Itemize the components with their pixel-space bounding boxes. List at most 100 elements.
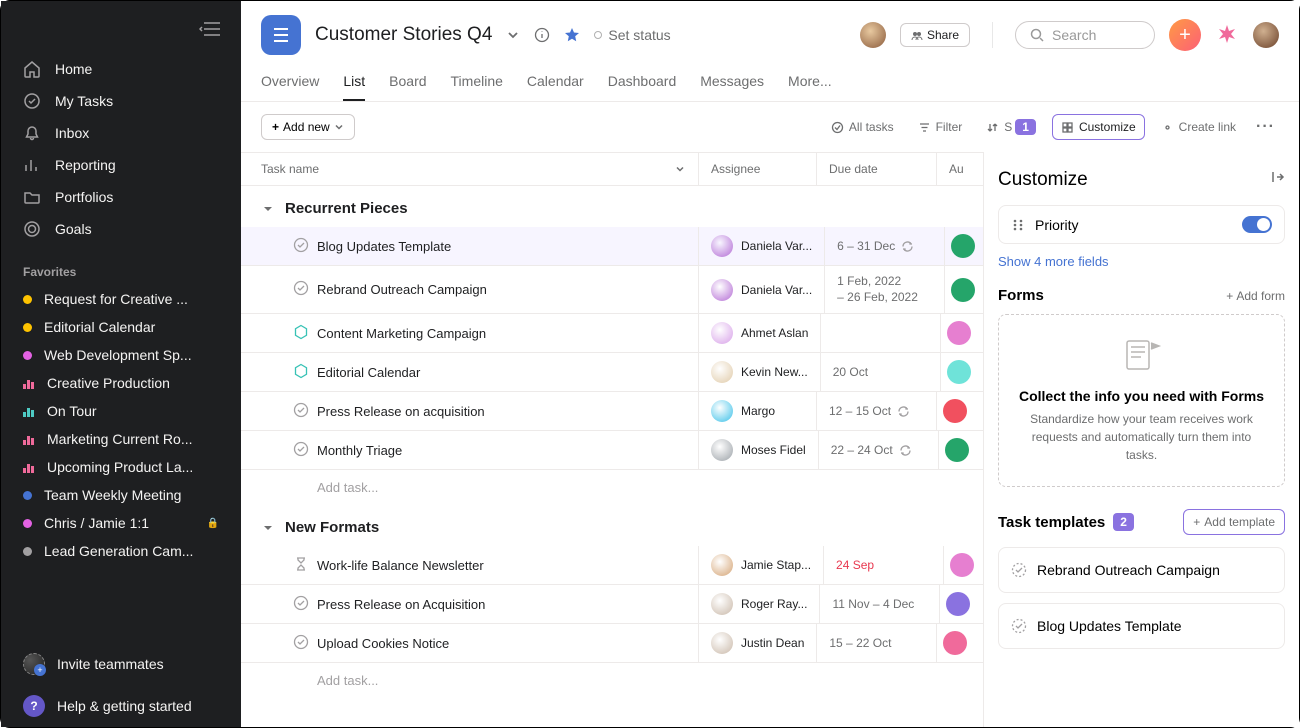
- task-check-icon[interactable]: [293, 595, 309, 614]
- tab-calendar[interactable]: Calendar: [527, 65, 584, 101]
- task-check-icon[interactable]: [293, 237, 309, 256]
- tab-list[interactable]: List: [343, 65, 365, 101]
- toolbar-more-button[interactable]: ···: [1252, 114, 1279, 140]
- assignee-cell[interactable]: Kevin New...: [699, 353, 821, 391]
- task-row[interactable]: Blog Updates Template Daniela Var... 6 –…: [241, 227, 983, 266]
- assignee-cell[interactable]: Daniela Var...: [699, 266, 825, 313]
- favorite-item[interactable]: Request for Creative ...: [1, 285, 241, 313]
- tab-overview[interactable]: Overview: [261, 65, 319, 101]
- task-name-cell[interactable]: Editorial Calendar: [241, 353, 699, 391]
- favorite-item[interactable]: Upcoming Product La...: [1, 453, 241, 481]
- task-check-icon[interactable]: [293, 556, 309, 575]
- task-row[interactable]: Upload Cookies Notice Justin Dean 15 – 2…: [241, 624, 983, 663]
- sidebar-collapse-button[interactable]: [1, 13, 241, 45]
- upgrade-icon[interactable]: [1215, 23, 1239, 47]
- favorite-item[interactable]: Marketing Current Ro...: [1, 425, 241, 453]
- add-form-button[interactable]: +Add form: [1226, 289, 1285, 303]
- assignee-cell[interactable]: Moses Fidel: [699, 431, 819, 469]
- assignee-cell[interactable]: Daniela Var...: [699, 227, 825, 265]
- help-button[interactable]: ? Help & getting started: [1, 685, 241, 727]
- star-icon[interactable]: [564, 27, 580, 43]
- task-name-cell[interactable]: Upload Cookies Notice: [241, 624, 699, 662]
- task-check-icon[interactable]: [293, 441, 309, 460]
- info-icon[interactable]: [534, 27, 550, 43]
- task-name-cell[interactable]: Press Release on acquisition: [241, 392, 699, 430]
- task-row[interactable]: Rebrand Outreach Campaign Daniela Var...…: [241, 266, 983, 314]
- tab-more[interactable]: More...: [788, 65, 832, 101]
- share-button[interactable]: Share: [900, 23, 970, 47]
- task-name-cell[interactable]: Rebrand Outreach Campaign: [241, 266, 699, 313]
- user-avatar[interactable]: [1253, 22, 1279, 48]
- task-row[interactable]: Content Marketing Campaign Ahmet Aslan: [241, 314, 983, 353]
- add-task-input[interactable]: Add task...: [241, 470, 983, 505]
- task-check-icon[interactable]: [293, 324, 309, 343]
- col-author[interactable]: Au: [937, 153, 973, 185]
- field-toggle[interactable]: [1242, 216, 1272, 233]
- project-dropdown-button[interactable]: [506, 28, 520, 42]
- field-priority[interactable]: Priority: [998, 205, 1285, 244]
- tab-messages[interactable]: Messages: [700, 65, 764, 101]
- task-name-cell[interactable]: Monthly Triage: [241, 431, 699, 469]
- assignee-cell[interactable]: Margo: [699, 392, 817, 430]
- add-new-button[interactable]: +Add new: [261, 114, 355, 140]
- search-input[interactable]: Search: [1015, 21, 1155, 49]
- show-more-fields-link[interactable]: Show 4 more fields: [998, 254, 1285, 269]
- task-row[interactable]: Press Release on acquisition Margo 12 – …: [241, 392, 983, 431]
- sort-button[interactable]: S1: [978, 114, 1044, 140]
- task-check-icon[interactable]: [293, 634, 309, 653]
- section-header[interactable]: Recurrent Pieces: [241, 186, 983, 227]
- forms-icon: [1121, 337, 1163, 373]
- favorite-item[interactable]: Chris / Jamie 1:1🔒: [1, 509, 241, 537]
- assignee-cell[interactable]: Roger Ray...: [699, 585, 820, 623]
- tab-dashboard[interactable]: Dashboard: [608, 65, 677, 101]
- assignee-cell[interactable]: Ahmet Aslan: [699, 314, 821, 352]
- favorite-item[interactable]: Team Weekly Meeting: [1, 481, 241, 509]
- col-task-name[interactable]: Task name: [241, 153, 699, 185]
- author-cell: [944, 546, 980, 584]
- task-row[interactable]: Work-life Balance Newsletter Jamie Stap.…: [241, 546, 983, 585]
- sidebar-item-reporting[interactable]: Reporting: [1, 149, 241, 181]
- add-template-button[interactable]: +Add template: [1183, 509, 1285, 535]
- task-row[interactable]: Editorial Calendar Kevin New... 20 Oct: [241, 353, 983, 392]
- task-name-cell[interactable]: Content Marketing Campaign: [241, 314, 699, 352]
- assignee-cell[interactable]: Jamie Stap...: [699, 546, 824, 584]
- task-check-icon[interactable]: [293, 280, 309, 299]
- omni-add-button[interactable]: +: [1169, 19, 1201, 51]
- section-header[interactable]: New Formats: [241, 505, 983, 546]
- favorite-item[interactable]: Creative Production: [1, 369, 241, 397]
- panel-close-button[interactable]: [1267, 168, 1285, 191]
- sidebar-item-portfolios[interactable]: Portfolios: [1, 181, 241, 213]
- member-avatar[interactable]: [860, 22, 886, 48]
- assignee-cell[interactable]: Justin Dean: [699, 624, 817, 662]
- task-name-cell[interactable]: Blog Updates Template: [241, 227, 699, 265]
- favorite-item[interactable]: On Tour: [1, 397, 241, 425]
- task-name-cell[interactable]: Press Release on Acquisition: [241, 585, 699, 623]
- search-placeholder: Search: [1052, 27, 1096, 43]
- sidebar-item-inbox[interactable]: Inbox: [1, 117, 241, 149]
- col-due-date[interactable]: Due date: [817, 153, 937, 185]
- tab-timeline[interactable]: Timeline: [451, 65, 503, 101]
- task-name-cell[interactable]: Work-life Balance Newsletter: [241, 546, 699, 584]
- customize-button[interactable]: Customize: [1052, 114, 1145, 140]
- sidebar-item-my-tasks[interactable]: My Tasks: [1, 85, 241, 117]
- all-tasks-button[interactable]: All tasks: [823, 115, 902, 139]
- task-check-icon[interactable]: [293, 402, 309, 421]
- task-row[interactable]: Monthly Triage Moses Fidel 22 – 24 Oct: [241, 431, 983, 470]
- tab-board[interactable]: Board: [389, 65, 426, 101]
- col-assignee[interactable]: Assignee: [699, 153, 817, 185]
- task-check-icon[interactable]: [293, 363, 309, 382]
- due-date-cell: 6 – 31 Dec: [825, 227, 945, 265]
- task-row[interactable]: Press Release on Acquisition Roger Ray..…: [241, 585, 983, 624]
- sidebar-item-goals[interactable]: Goals: [1, 213, 241, 245]
- filter-button[interactable]: Filter: [910, 115, 971, 139]
- invite-teammates-button[interactable]: + Invite teammates: [1, 643, 241, 685]
- favorite-item[interactable]: Editorial Calendar: [1, 313, 241, 341]
- favorite-item[interactable]: Web Development Sp...: [1, 341, 241, 369]
- favorite-item[interactable]: Lead Generation Cam...: [1, 537, 241, 565]
- set-status-button[interactable]: Set status: [594, 27, 670, 43]
- sidebar-item-home[interactable]: Home: [1, 53, 241, 85]
- add-task-input[interactable]: Add task...: [241, 663, 983, 698]
- template-item[interactable]: Blog Updates Template: [998, 603, 1285, 649]
- template-item[interactable]: Rebrand Outreach Campaign: [998, 547, 1285, 593]
- create-link-button[interactable]: Create link: [1153, 115, 1244, 139]
